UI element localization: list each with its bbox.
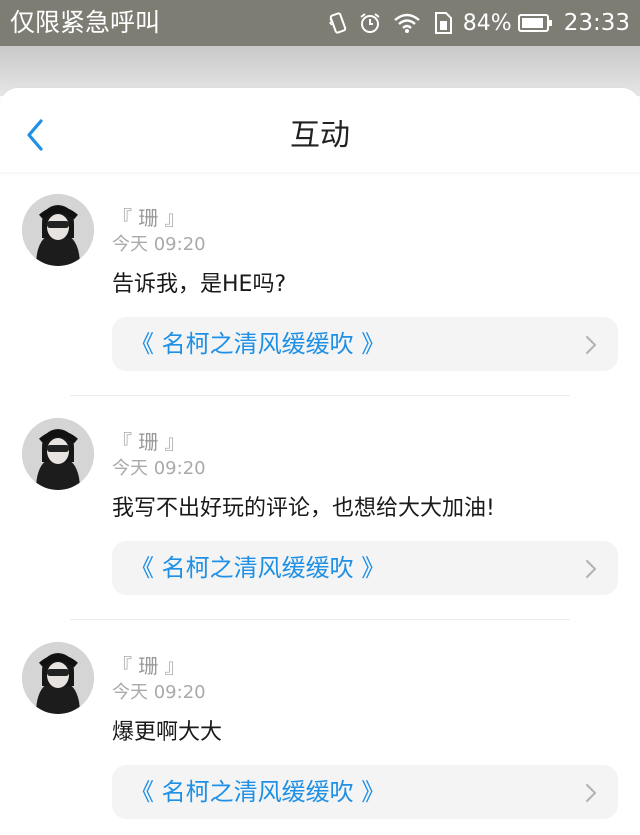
carrier-label: 仅限紧急呼叫 — [10, 8, 161, 37]
navigation-bar: 互动 — [0, 88, 640, 172]
username: 『 珊 』 — [112, 654, 185, 678]
page-title: 互动 — [290, 118, 350, 153]
chevron-right-icon — [585, 783, 597, 803]
interaction-list: 『 珊 』 今天 09:20 告诉我，是HE吗? 《 名柯之清风缓缓吹 》 『 … — [0, 172, 640, 835]
book-link-card[interactable]: 《 名柯之清风缓缓吹 》 — [112, 541, 618, 595]
status-bar: 仅限紧急呼叫 84% 23:33 — [0, 0, 640, 46]
status-icons: 84% 23:33 — [317, 8, 630, 38]
wifi-icon — [394, 13, 420, 33]
timestamp: 今天 09:20 — [112, 682, 206, 703]
sim-icon — [434, 12, 452, 34]
clock: 23:33 — [563, 10, 630, 36]
comment-text: 爆更啊大大 — [112, 720, 223, 745]
interaction-item: 『 珊 』 今天 09:20 我写不出好玩的评论，也想给大大加油! 《 名柯之清… — [0, 396, 640, 620]
avatar[interactable] — [22, 642, 94, 714]
comment-text: 我写不出好玩的评论，也想给大大加油! — [112, 496, 495, 521]
vibrate-icon — [328, 12, 347, 34]
book-link-card[interactable]: 《 名柯之清风缓缓吹 》 — [112, 765, 618, 819]
interaction-item: 『 珊 』 今天 09:20 爆更啊大大 《 名柯之清风缓缓吹 》 — [0, 620, 640, 835]
book-title: 《 名柯之清风缓缓吹 》 — [130, 554, 386, 582]
avatar-image — [22, 642, 94, 714]
timestamp: 今天 09:20 — [112, 234, 206, 255]
book-title: 《 名柯之清风缓缓吹 》 — [130, 778, 386, 806]
book-title: 《 名柯之清风缓缓吹 》 — [130, 330, 386, 358]
interaction-item: 『 珊 』 今天 09:20 告诉我，是HE吗? 《 名柯之清风缓缓吹 》 — [0, 172, 640, 396]
battery-icon — [517, 14, 552, 32]
username: 『 珊 』 — [112, 430, 185, 454]
avatar-image — [22, 194, 94, 266]
timestamp: 今天 09:20 — [112, 458, 206, 479]
comment-text: 告诉我，是HE吗? — [112, 272, 287, 297]
username: 『 珊 』 — [112, 206, 185, 230]
book-link-card[interactable]: 《 名柯之清风缓缓吹 》 — [112, 317, 618, 371]
battery-percentage: 84% — [462, 10, 512, 36]
avatar[interactable] — [22, 418, 94, 490]
chevron-right-icon — [585, 335, 597, 355]
avatar[interactable] — [22, 194, 94, 266]
chevron-right-icon — [585, 559, 597, 579]
avatar-image — [22, 418, 94, 490]
alarm-icon — [360, 13, 380, 33]
